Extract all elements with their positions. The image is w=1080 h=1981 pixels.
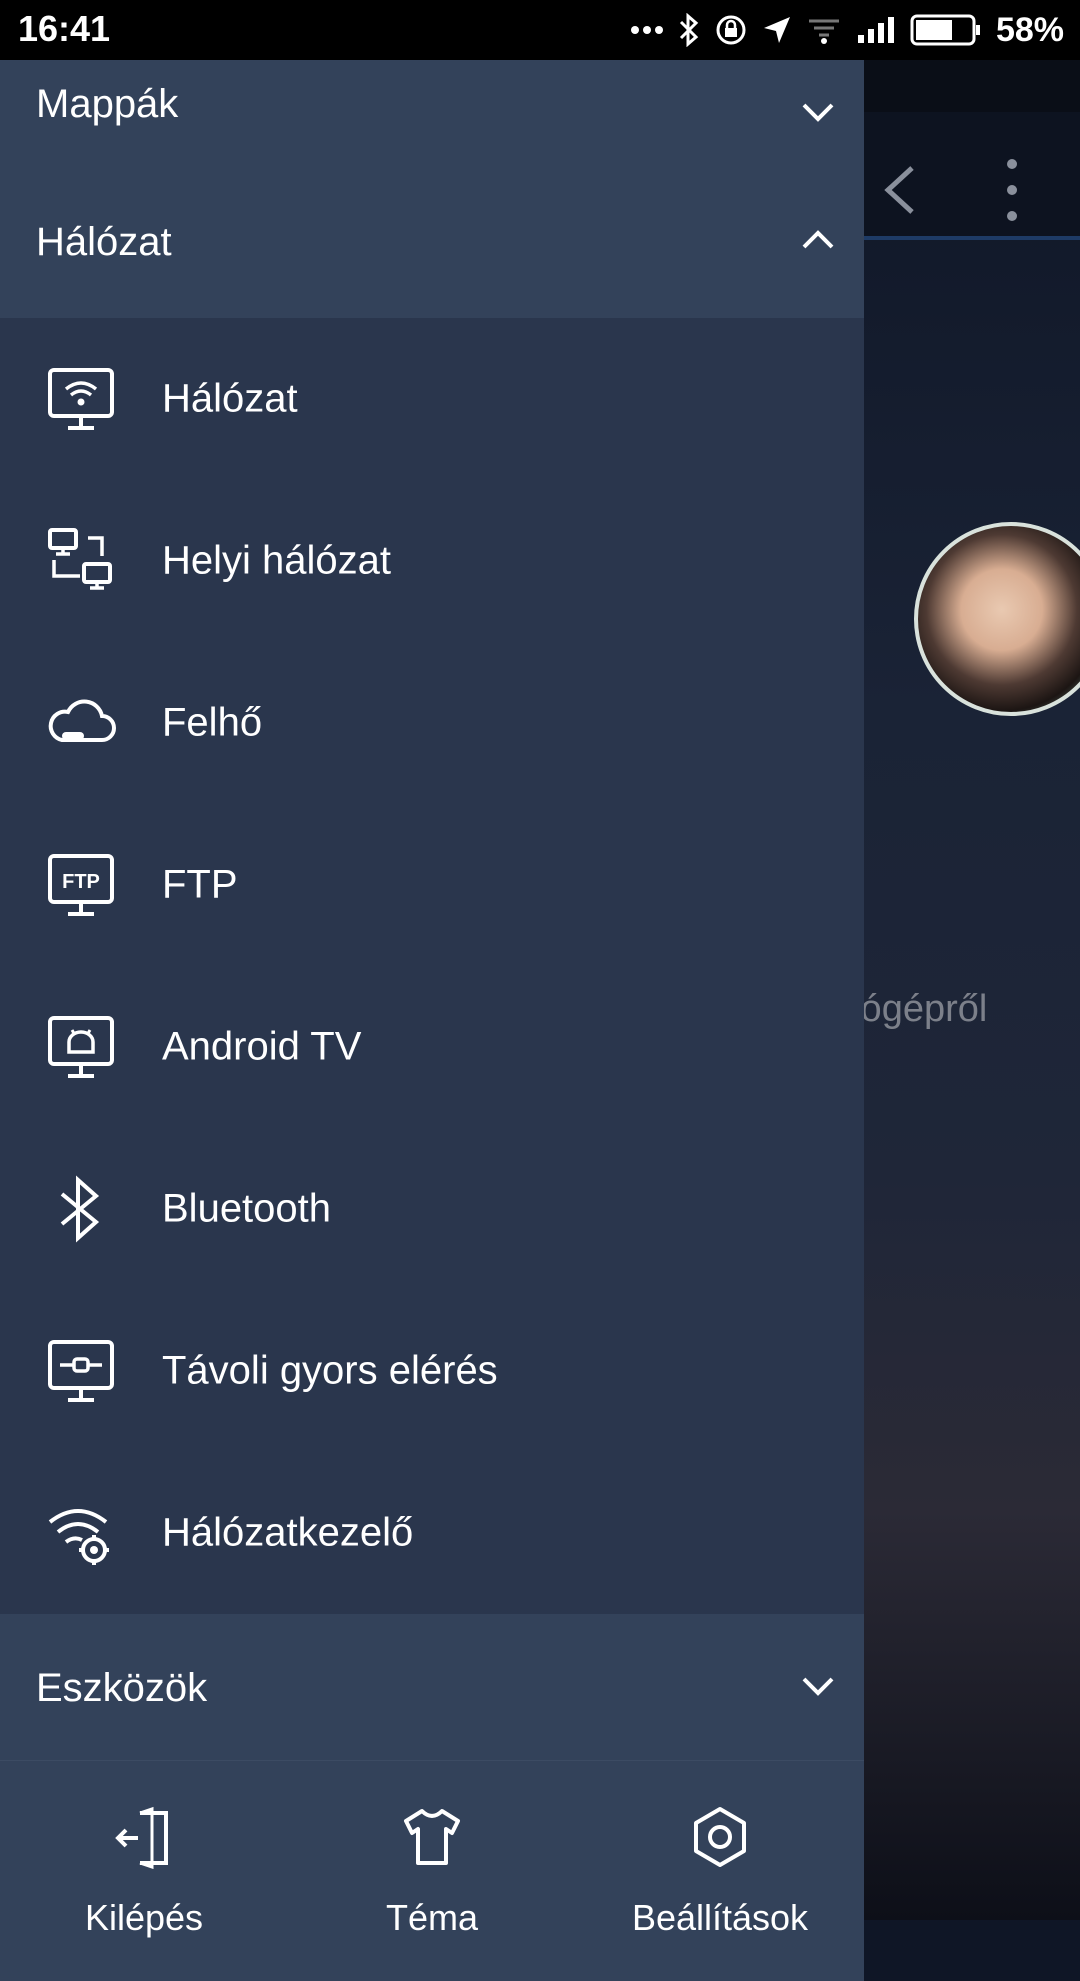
signal-icon — [856, 15, 896, 45]
network-monitor-icon — [48, 368, 114, 430]
tshirt-icon — [404, 1809, 460, 1865]
section-tools[interactable]: Eszközök — [0, 1614, 864, 1760]
menu-item-label: Hálózat — [162, 376, 298, 421]
bluetooth-icon — [678, 13, 700, 47]
status-icons: 58% — [630, 8, 1064, 52]
menu-item-ftp[interactable]: FTP FTP — [0, 804, 864, 966]
background-hint-text: tógépről — [850, 988, 988, 1030]
drawer-bottom-bar: Kilépés Téma Beállítások — [0, 1760, 864, 1981]
menu-item-cloud[interactable]: Felhő — [0, 642, 864, 804]
menu-item-label: FTP — [162, 862, 238, 907]
avatar[interactable] — [914, 522, 1080, 716]
exit-icon — [115, 1806, 168, 1869]
navigation-drawer: Mappák Hálózat Hálózat Helyi hálózat Fel… — [0, 60, 864, 1981]
bluetooth-icon — [60, 1175, 100, 1243]
menu-item-network-manager[interactable]: Hálózatkezelő — [0, 1452, 864, 1614]
svg-text:FTP: FTP — [62, 871, 100, 893]
chevron-down-icon — [802, 103, 834, 122]
ftp-icon: FTP — [48, 854, 114, 916]
lan-icon — [48, 528, 112, 590]
exit-label: Kilépés — [84, 1897, 204, 1938]
menu-item-label: Távoli gyors elérés — [162, 1348, 498, 1393]
network-manager-icon — [48, 1509, 109, 1565]
menu-item-label: Felhő — [162, 700, 263, 745]
settings-button[interactable]: Beállítások — [576, 1761, 864, 1981]
menu-item-bluetooth[interactable]: Bluetooth — [0, 1128, 864, 1290]
cloud-icon — [48, 699, 116, 742]
status-bar: 16:41 58% — [0, 0, 1080, 60]
overflow-menu-icon[interactable] — [1000, 150, 1024, 230]
menu-item-network[interactable]: Hálózat — [0, 318, 864, 480]
chevron-up-icon — [802, 230, 834, 249]
gear-icon — [694, 1807, 746, 1867]
android-tv-icon — [48, 1016, 114, 1078]
theme-label: Téma — [385, 1897, 479, 1938]
status-time: 16:41 — [18, 8, 111, 49]
battery-percent: 58% — [995, 10, 1064, 49]
section-tools-title: Eszközök — [36, 1666, 208, 1710]
more-dots-icon — [630, 25, 664, 35]
menu-item-android-tv[interactable]: Android TV — [0, 966, 864, 1128]
theme-button[interactable]: Téma — [288, 1761, 576, 1981]
section-folders[interactable]: Mappák — [0, 60, 864, 164]
wifi-icon — [806, 15, 842, 45]
exit-button[interactable]: Kilépés — [0, 1761, 288, 1981]
menu-item-label: Helyi hálózat — [162, 538, 392, 583]
remote-access-icon — [48, 1340, 114, 1402]
menu-item-label: Bluetooth — [162, 1186, 332, 1231]
menu-item-label: Hálózatkezelő — [162, 1510, 414, 1555]
settings-label: Beállítások — [631, 1897, 809, 1938]
chevron-down-icon — [802, 1677, 834, 1696]
rotation-lock-icon — [714, 13, 748, 47]
menu-item-label: Android TV — [162, 1024, 362, 1069]
menu-item-local-network[interactable]: Helyi hálózat — [0, 480, 864, 642]
location-icon — [762, 15, 792, 45]
section-network-title: Hálózat — [36, 220, 172, 264]
battery-icon — [910, 14, 982, 46]
menu-item-remote-access[interactable]: Távoli gyors elérés — [0, 1290, 864, 1452]
section-network[interactable]: Hálózat — [0, 164, 864, 318]
back-arrow-icon[interactable] — [872, 150, 932, 230]
section-folders-title: Mappák — [36, 82, 179, 126]
